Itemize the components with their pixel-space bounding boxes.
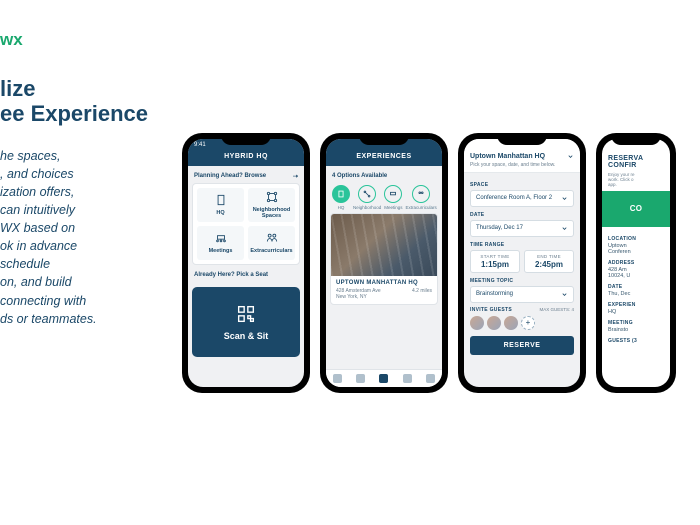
already-here-label: Already Here? Pick a Seat [192,269,300,281]
loc-label: LOCATION [608,236,664,242]
chevron-down-icon [561,291,568,298]
add-guest-button[interactable]: + [521,316,535,330]
chevron-down-icon [567,153,574,160]
avatar[interactable] [470,316,484,330]
guests-label: GUESTS (3 [608,338,664,344]
tab-book[interactable] [356,374,365,383]
page-description: he spaces, , and choices ization offers,… [0,147,170,328]
status-time: 9:41 [194,142,206,148]
category-meetings[interactable]: Meetings [384,185,402,210]
left-column: wx lize ee Experience he spaces, , and c… [0,0,170,525]
meeting-icon [384,185,402,203]
tile-hq[interactable]: HQ [197,188,244,222]
tile-neighborhood[interactable]: Neighborhood Spaces [248,188,295,222]
phone-hybrid-hq: 9:41 HYBRID HQ Planning Ahead? Browse ⇢ … [182,133,310,393]
brand-logo: wx [0,30,170,50]
category-row: HQ Neighborhood Meetings Extracurri [330,182,438,213]
avatar[interactable] [504,316,518,330]
addr-label: ADDRESS [608,260,664,266]
tile-label: Extracurriculars [250,248,292,254]
guest-avatars: + [470,316,574,330]
addr-value: 428 Am 10024, U [608,267,664,279]
tile-extracurriculars[interactable]: Extracurriculars [248,226,295,260]
meeting-icon [214,231,228,245]
time-label: TIME RANGE [470,242,574,248]
location-card[interactable]: UPTOWN MANHATTAN HQ 428 Amsterdam Ave Ne… [330,213,438,305]
invite-label: INVITE GUESTS [470,307,512,313]
date-label: DATE [608,284,664,290]
phones-row: 9:41 HYBRID HQ Planning Ahead? Browse ⇢ … [170,0,700,525]
people-icon [265,231,279,245]
category-extra[interactable]: Extracurriculars [406,185,437,210]
scan-label: Scan & Sit [224,331,269,341]
avatar[interactable] [487,316,501,330]
scan-and-sit-button[interactable]: Scan & Sit [192,287,300,357]
topic-select[interactable]: Brainstorming [470,286,574,303]
people-icon [412,185,430,203]
options-count: 4 Options Available [330,170,438,182]
tile-label: Neighborhood Spaces [248,207,295,219]
date-label: DATE [470,212,574,218]
location-distance: 4.2 miles [412,288,432,300]
confirm-title: RESERVA CONFIR [608,155,664,169]
topic-label: MEETING TOPIC [470,278,574,284]
start-time-select[interactable]: START TIME 1:15pm [470,250,520,273]
confirm-instruction: Enjoy your re work. Click o app. [608,172,664,187]
building-icon [332,185,350,203]
category-neighborhood[interactable]: Neighborhood [353,185,381,210]
chevron-down-icon [561,195,568,202]
loc-value: Uptown Conferen [608,243,664,255]
exp-value: HQ [608,309,664,315]
phone-reserve-form: Uptown Manhattan HQ Pick your space, dat… [458,133,586,393]
max-guests: MAX GUESTS: 4 [539,307,574,312]
phone-confirmation: RESERVA CONFIR Enjoy your re work. Click… [596,133,676,393]
form-header: Uptown Manhattan HQ Pick your space, dat… [464,139,580,173]
phone-experiences: EXPERIENCES 4 Options Available HQ Neigh… [320,133,448,393]
app-header: EXPERIENCES [326,139,442,166]
tile-label: Meetings [209,248,233,254]
exp-label: EXPERIEN [608,302,664,308]
tile-meetings[interactable]: Meetings [197,226,244,260]
reserve-button[interactable]: RESERVE [470,336,574,355]
chevron-down-icon [561,225,568,232]
date-select[interactable]: Thursday, Dec 17 [470,220,574,237]
tab-scan[interactable] [379,374,388,383]
browse-tiles: HQ Neighborhood Spaces Meetings Ext [192,183,300,265]
tab-cal[interactable] [403,374,412,383]
network-icon [265,190,279,204]
title-line-2: ee Experience [0,101,148,126]
location-dropdown-label[interactable]: Uptown Manhattan HQ [470,153,545,160]
location-title: UPTOWN MANHATTAN HQ [336,280,432,286]
network-icon [358,185,376,203]
space-select[interactable]: Conference Room A, Floor 2 [470,190,574,207]
tab-profile[interactable] [426,374,435,383]
page-title: lize ee Experience [0,76,170,127]
end-time-select[interactable]: END TIME 2:45pm [524,250,574,273]
location-city: New York, NY [336,294,367,300]
meeting-value: Brainsto [608,327,664,333]
category-hq[interactable]: HQ [332,185,350,210]
qr-icon [235,303,257,325]
planning-ahead-label: Planning Ahead? Browse ⇢ [192,170,300,183]
pick-instruction: Pick your space, date, and time below. [470,162,574,168]
meeting-label: MEETING [608,320,664,326]
arrow-icon: ⇢ [293,173,298,180]
success-banner: CO [602,191,670,227]
space-label: SPACE [470,182,574,188]
location-photo [331,214,437,276]
tile-label: HQ [216,210,224,216]
building-icon [214,193,228,207]
tab-home[interactable] [333,374,342,383]
date-value: Thu, Dec [608,291,664,297]
title-line-1: lize [0,76,35,101]
tab-bar [326,369,442,387]
